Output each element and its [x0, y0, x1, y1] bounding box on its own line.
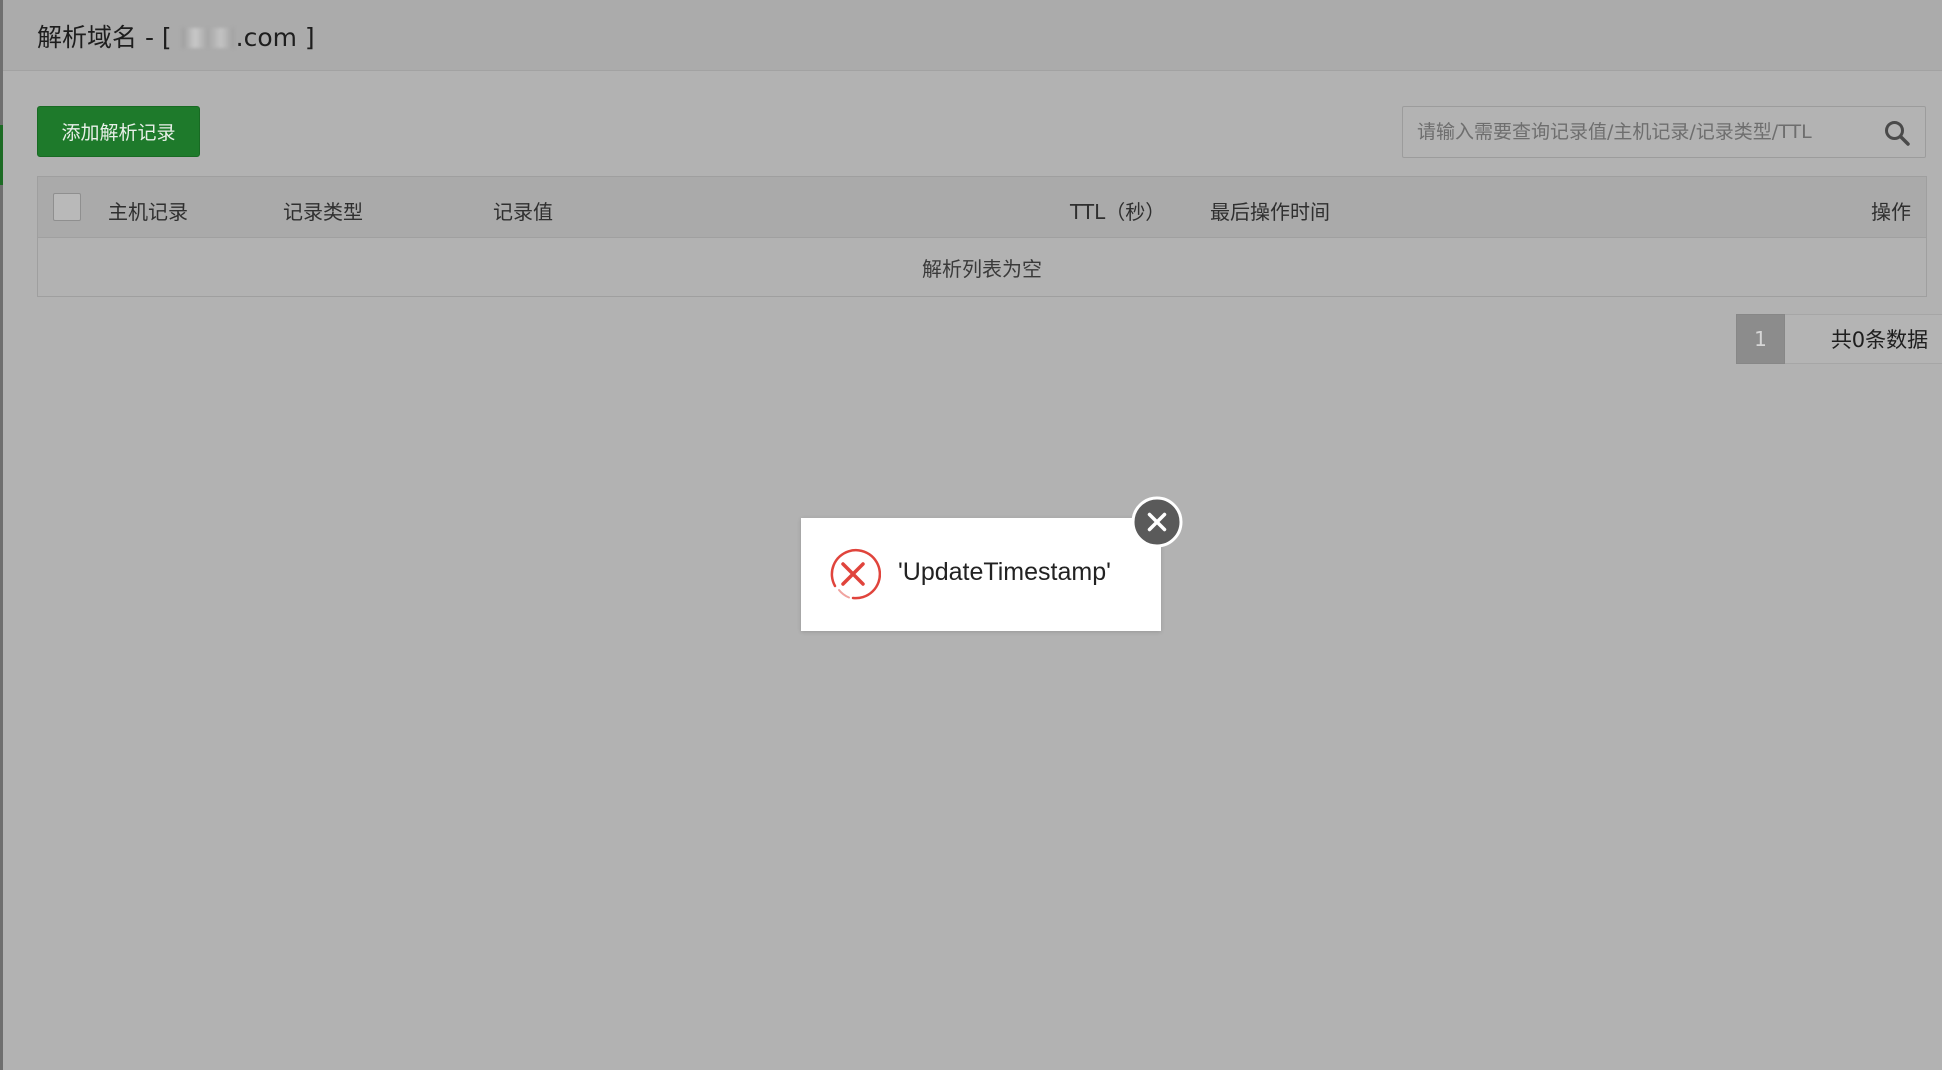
page-number-current[interactable]: 1	[1736, 314, 1785, 364]
search-box	[1402, 106, 1926, 158]
search-input[interactable]	[1403, 107, 1873, 157]
dialog-title-bar: 解析域名 - [ .com ]	[3, 0, 1942, 71]
close-icon[interactable]	[1131, 496, 1183, 548]
dialog-title: 解析域名 - [ .com ]	[37, 18, 315, 54]
add-record-button[interactable]: 添加解析记录	[37, 106, 200, 157]
title-prefix: 解析域名 - [	[37, 23, 180, 52]
redacted-domain	[181, 28, 234, 48]
column-value[interactable]: 记录值	[493, 196, 553, 225]
column-host[interactable]: 主机记录	[108, 196, 188, 225]
error-message: 'UpdateTimestamp'	[898, 558, 1111, 586]
column-ttl[interactable]: TTL（秒）	[1070, 196, 1165, 225]
empty-message: 解析列表为空	[922, 257, 1042, 281]
table-header: 主机记录 记录类型 记录值 TTL（秒） 最后操作时间 操作	[38, 177, 1926, 238]
domain-resolution-dialog: 解析域名 - [ .com ] 添加解析记录 主机记录 记录类型 记录值 TTL…	[0, 0, 1942, 1070]
records-table: 主机记录 记录类型 记录值 TTL（秒） 最后操作时间 操作 解析列表为空	[37, 176, 1927, 297]
search-icon[interactable]	[1883, 119, 1911, 147]
pagination: 1 共0条数据	[1736, 314, 1942, 364]
error-circle-x-icon	[830, 549, 881, 600]
total-count: 共0条数据	[1785, 314, 1942, 364]
column-type[interactable]: 记录类型	[283, 196, 363, 225]
title-suffix: .com ]	[235, 23, 315, 52]
select-all-checkbox[interactable]	[53, 193, 81, 221]
column-last-modified[interactable]: 最后操作时间	[1210, 196, 1330, 225]
left-window-edge	[0, 0, 3, 1070]
error-toast: 'UpdateTimestamp'	[801, 518, 1161, 631]
column-actions: 操作	[1871, 200, 1911, 224]
